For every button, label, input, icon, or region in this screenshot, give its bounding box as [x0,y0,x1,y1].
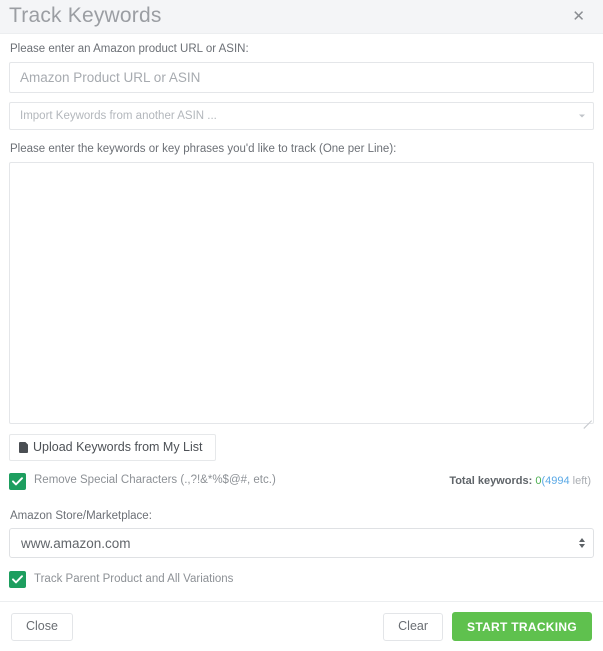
modal-footer: Close Clear START TRACKING [0,601,603,651]
check-icon [12,575,23,584]
track-parent-checkbox[interactable] [9,571,26,589]
remove-special-characters-checkbox[interactable] [9,472,26,490]
chevron-down-icon [579,114,585,118]
total-keywords-status: Total keywords: 0(4994 left) [449,475,591,487]
remove-special-characters-row: Remove Special Characters (.,?!&*%$@#, e… [9,472,594,490]
footer-actions: Clear START TRACKING [383,612,592,641]
clear-button[interactable]: Clear [383,612,444,641]
remove-special-characters-label: Remove Special Characters (.,?!&*%$@#, e… [34,474,276,487]
close-icon[interactable]: ✕ [568,6,589,27]
upload-keywords-label: Upload Keywords from My List [33,439,203,454]
import-keywords-placeholder: Import Keywords from another ASIN ... [20,109,217,122]
close-button[interactable]: Close [11,612,73,641]
total-keywords-close-paren: ) [587,475,591,488]
upload-keywords-button[interactable]: Upload Keywords from My List [9,433,216,461]
start-tracking-button[interactable]: START TRACKING [452,612,592,641]
import-keywords-select[interactable]: Import Keywords from another ASIN ... [9,101,594,130]
marketplace-selected-value: www.amazon.com [21,535,131,551]
keywords-textarea-wrapper [9,161,594,429]
modal-header: Track Keywords ✕ [0,0,603,34]
asin-input[interactable] [9,61,594,93]
file-icon [19,441,28,453]
track-parent-row: Track Parent Product and All Variations [9,571,594,589]
total-keywords-remaining: 4994 [545,475,570,488]
track-keywords-modal: Track Keywords ✕ Please enter an Amazon … [0,0,603,651]
select-updown-icon [579,538,585,549]
check-icon [12,476,23,485]
track-parent-label: Track Parent Product and All Variations [34,573,234,586]
marketplace-field-label: Amazon Store/Marketplace: [10,509,152,522]
modal-body: Please enter an Amazon product URL or AS… [0,34,603,601]
page-title: Track Keywords [9,4,162,27]
keywords-field-label: Please enter the keywords or key phrases… [10,142,397,155]
total-keywords-label: Total keywords: [449,475,533,488]
asin-field-label: Please enter an Amazon product URL or AS… [10,43,249,55]
total-keywords-left-word: left [569,475,588,488]
keywords-textarea[interactable] [9,161,594,424]
marketplace-select[interactable]: www.amazon.com [9,528,594,559]
